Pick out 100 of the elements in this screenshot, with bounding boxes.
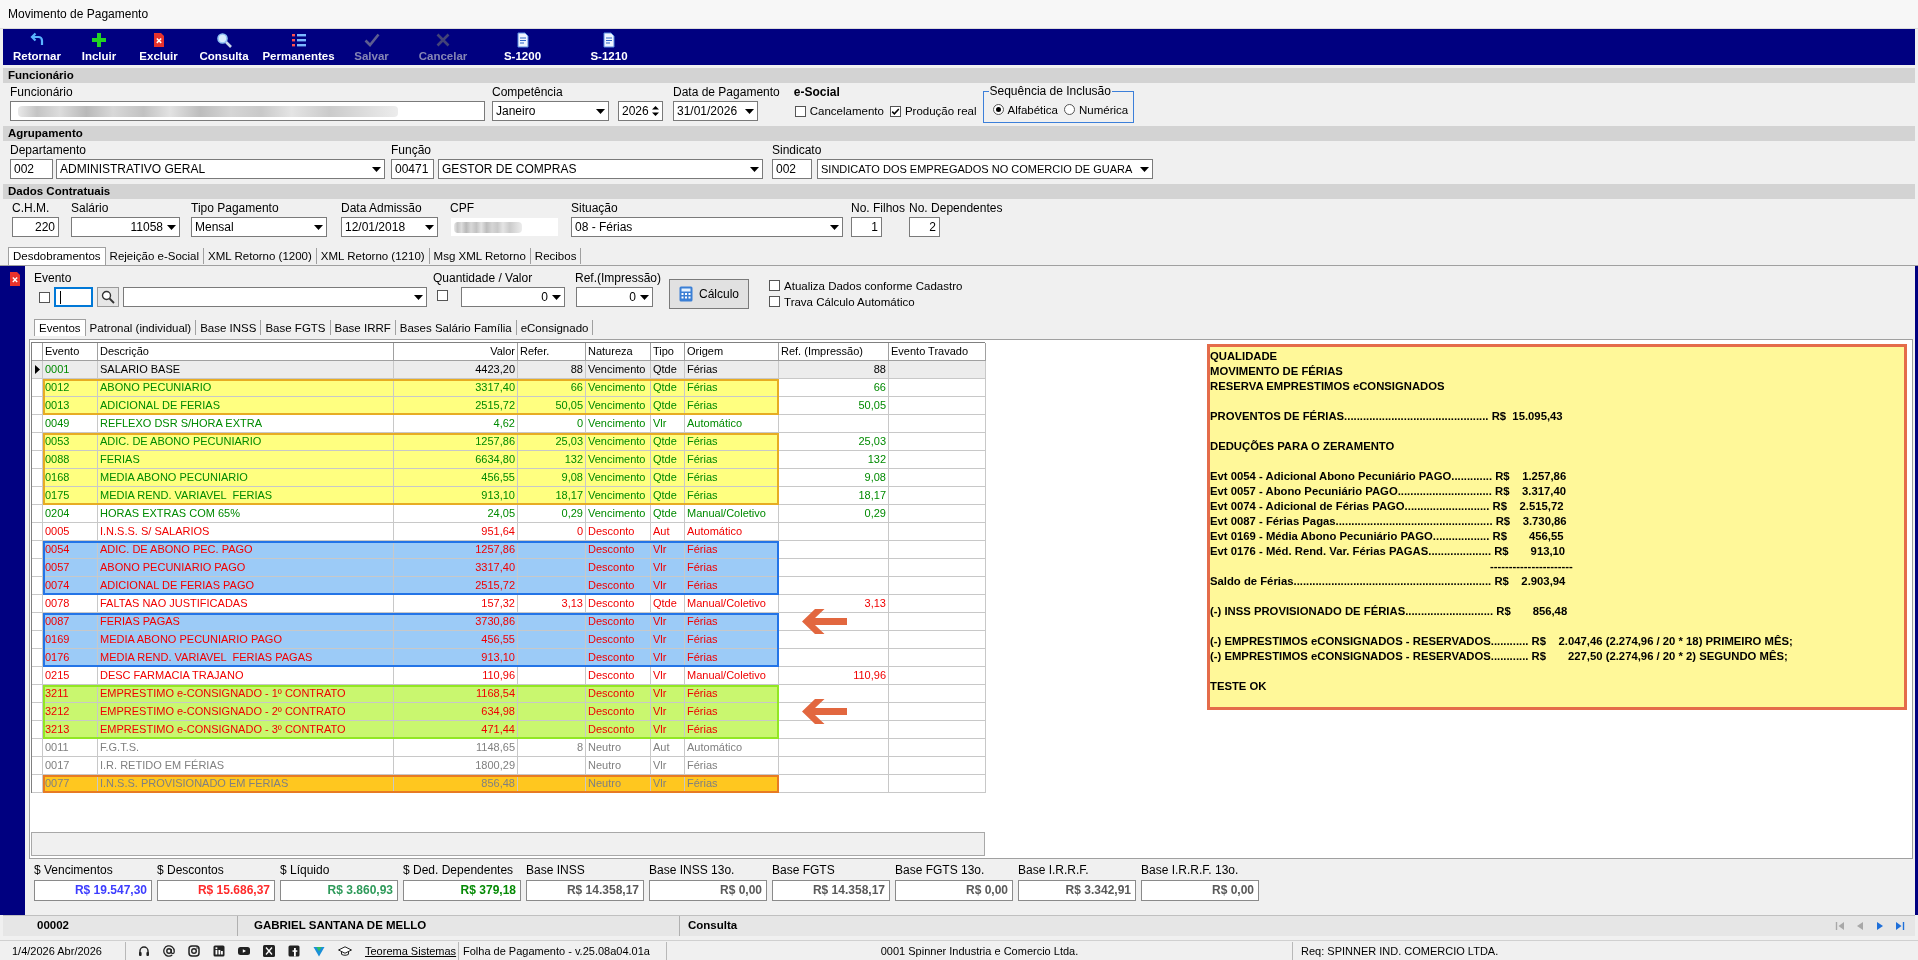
date-field[interactable]: 31/01/2026	[673, 101, 758, 121]
checkbox[interactable]	[769, 296, 781, 307]
select-field[interactable]: 0	[461, 287, 565, 307]
footer-text: 0001 Spinner Industria e Comercio Ltda.	[666, 941, 1293, 960]
status-field: Consulta	[680, 916, 1833, 936]
table-row[interactable]: 0005 I.N.S.S. S/ SALARIOS 951,64 0 Desconto Aut Automático	[32, 523, 985, 541]
website-link[interactable]: Teorema Sistemas	[365, 944, 457, 957]
tab[interactable]: Base INSS	[196, 320, 262, 335]
table-row[interactable]: 0049 REFLEXO DSR S/HORA EXTRA 4,62 0 Vencimento Vlr Automático	[32, 415, 985, 433]
document-x-icon[interactable]	[9, 272, 21, 286]
square-logo-icon[interactable]	[213, 944, 225, 957]
select-field[interactable]: Mensal	[191, 217, 327, 237]
note-line: QUALIDADE	[1210, 349, 1279, 364]
graduation-cap-icon[interactable]	[338, 944, 352, 957]
table-row[interactable]: 0017 I.R. RETIDO EM FÉRIAS 1800,29 Neutro Vlr Férias	[32, 757, 985, 775]
field-label: Evento	[34, 271, 73, 285]
year-spinner[interactable]: 2026	[618, 101, 663, 121]
select-field[interactable]: SINDICATO DOS EMPREGADOS NO COMERCIO DE GUARA	[817, 159, 1153, 179]
camera-icon[interactable]	[188, 944, 200, 957]
code-field[interactable]: 002	[10, 159, 53, 179]
select-field[interactable]: 11058	[71, 217, 180, 237]
table-row[interactable]: 0011 F.G.T.S. 1148,65 8 Neutro Aut Automático	[32, 739, 985, 757]
number-field[interactable]: 1	[851, 217, 882, 237]
table-row[interactable]: 0001 SALARIO BASE 4423,20 88 Vencimento Qtde Férias 88	[32, 361, 985, 379]
tab[interactable]: Desdobramentos	[8, 247, 106, 265]
radio-button[interactable]	[1064, 104, 1076, 115]
table-row[interactable]: 0175 MEDIA REND. VARIAVEL FERIAS 913,10 18,17 Vencimento Qtde Férias 18,17	[32, 487, 985, 505]
checkbox[interactable]	[794, 105, 806, 117]
last-record-button[interactable]	[1893, 919, 1907, 933]
code-field[interactable]	[54, 287, 93, 307]
tab[interactable]: Rejeição e-Social	[105, 248, 205, 264]
cross-icon[interactable]	[263, 944, 275, 957]
table-row[interactable]: 0012 ABONO PECUNIARIO 3317,40 66 Vencimento Qtde Férias 66	[32, 379, 985, 397]
tab[interactable]: Patronal (individual)	[85, 320, 197, 335]
toolbar-button[interactable]: S-1210	[565, 29, 653, 65]
tab[interactable]: Recibos	[530, 248, 582, 264]
note-line: Saldo de Férias............................................................... R$ 2.903,94	[1210, 574, 1567, 589]
tab[interactable]: Base IRRF	[330, 320, 396, 335]
headset-icon[interactable]	[138, 944, 150, 957]
field-label: Ref.(Impressão)	[575, 271, 662, 285]
tab[interactable]: Eventos	[34, 319, 86, 336]
note-line: Evt 0054 - Adicional Abono Pecuniário PAGO............. R$ 1.257,86	[1210, 469, 1568, 484]
search-button[interactable]	[97, 287, 119, 307]
document-icon	[514, 32, 531, 48]
month-select[interactable]: Janeiro	[492, 101, 609, 121]
select-field[interactable]: 0	[576, 287, 653, 307]
table-row[interactable]: 0013 ADICIONAL DE FERIAS 2515,72 50,05 Vencimento Qtde Férias 50,05	[32, 397, 985, 415]
toolbar-button[interactable]: Consulta	[188, 29, 260, 65]
toolbar-button[interactable]: Retornar	[5, 29, 69, 65]
table-row[interactable]: 3213 EMPRESTIMO e-CONSIGNADO - 3º CONTRATO 471,44 Desconto Vlr Férias	[32, 721, 985, 739]
toolbar-button[interactable]: Incluir	[69, 29, 129, 65]
tab[interactable]: Msg XML Retorno	[429, 248, 531, 264]
number-field[interactable]: 220	[12, 217, 59, 237]
tab[interactable]: eConsignado	[516, 320, 594, 335]
toolbar-button[interactable]: Permanentes	[260, 29, 337, 65]
dropdown-arrow-icon	[372, 166, 381, 172]
calculate-button[interactable]: Cálculo	[669, 279, 750, 309]
field-label: Data de Pagamento	[673, 85, 780, 99]
table-row[interactable]: 0088 FERIAS 6634,80 132 Vencimento Qtde Férias 132	[32, 451, 985, 469]
square-logo-icon[interactable]	[288, 944, 300, 957]
checkbox[interactable]	[39, 291, 50, 303]
radio-label: Alfabética	[1007, 103, 1059, 116]
search-icon	[216, 32, 232, 48]
tab[interactable]: XML Retorno (1210)	[316, 248, 430, 264]
skip-back-icon	[1835, 921, 1845, 931]
at-sign-icon[interactable]	[163, 944, 175, 957]
dropdown-arrow-icon	[596, 108, 605, 114]
select-field[interactable]	[123, 287, 427, 307]
radio-button[interactable]	[992, 104, 1004, 115]
tab[interactable]: Base FGTS	[261, 320, 331, 335]
date-field[interactable]: 12/01/2018	[341, 217, 438, 237]
table-row[interactable]: 0204 HORAS EXTRAS COM 65% 24,05 0,29 Vencimento Qtde Manual/Coletivo 0,29	[32, 505, 985, 523]
tab[interactable]: XML Retorno (1200)	[204, 248, 317, 264]
number-field[interactable]: 2	[909, 217, 941, 237]
select-field[interactable]: ADMINISTRATIVO GERAL	[56, 159, 385, 179]
right-triangle-icon	[1875, 921, 1885, 931]
code-field[interactable]: 00471	[391, 159, 434, 179]
dropdown-arrow-icon	[750, 166, 759, 172]
code-field[interactable]: 002	[772, 159, 812, 179]
table-row[interactable]: 0168 MEDIA ABONO PECUNIARIO 456,55 9,08 Vencimento Qtde Férias 9,08	[32, 469, 985, 487]
table-row[interactable]: 0215 DESC FARMACIA TRAJANO 110,96 Desconto Vlr Manual/Coletivo 110,96	[32, 667, 985, 685]
text-cursor-icon	[60, 290, 61, 304]
employee-field[interactable]	[10, 101, 485, 121]
toolbar-button[interactable]: S-1200	[480, 29, 565, 65]
total-label: $ Descontos	[157, 863, 225, 877]
table-row[interactable]: 3211 EMPRESTIMO e-CONSIGNADO - 1º CONTRATO 1168,54 Desconto Vlr Férias	[32, 685, 985, 703]
field-label: Funcionário	[10, 85, 74, 99]
checkbox[interactable]	[437, 289, 448, 301]
select-field[interactable]: GESTOR DE COMPRAS	[438, 159, 763, 179]
table-row[interactable]: 0053 ADIC. DE ABONO PECUNIARIO 1257,86 25,03 Vencimento Qtde Férias 25,03	[32, 433, 985, 451]
toolbar-button[interactable]: Excluir	[129, 29, 188, 65]
table-row[interactable]: 0078 FALTAS NAO JUSTIFICADAS 157,32 3,13 Desconto Qtde Manual/Coletivo 3,13	[32, 595, 985, 613]
checkbox[interactable]	[769, 280, 781, 291]
cpf-field[interactable]	[450, 217, 559, 237]
play-button-icon[interactable]	[238, 944, 250, 957]
table-cell: Vlr	[651, 775, 685, 793]
tab[interactable]: Bases Salário Família	[395, 320, 517, 335]
triangle-logo-icon[interactable]	[313, 944, 325, 957]
select-field[interactable]: 08 - Férias	[571, 217, 843, 237]
checkbox[interactable]	[889, 105, 901, 117]
